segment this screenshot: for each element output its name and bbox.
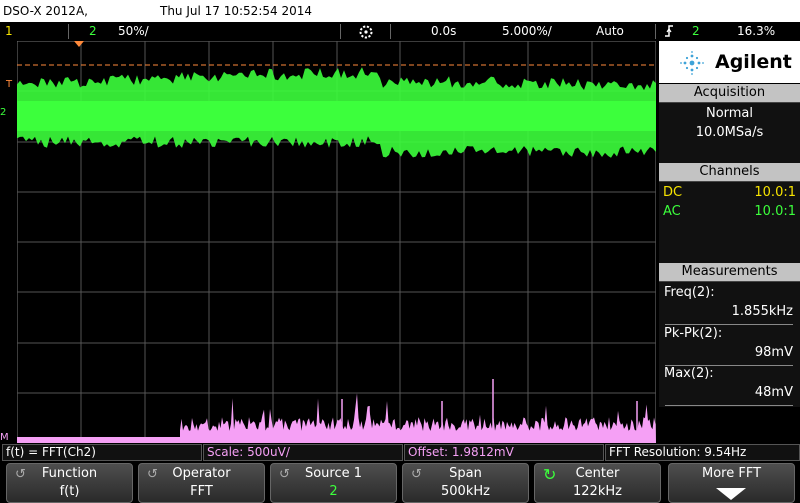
operator-softkey[interactable]: ↺ Operator FFT — [138, 463, 265, 503]
channels-header: Channels — [659, 163, 800, 181]
trigger-edge-icon — [664, 24, 674, 41]
waveform-display[interactable] — [17, 41, 656, 443]
title-bar: DSO-X 2012A, Thu Jul 17 10:52:54 2014 — [0, 0, 800, 22]
ch1-indicator[interactable]: 1 — [5, 24, 13, 38]
fft-resolution-readout: FFT Resolution: 9.54Hz — [605, 444, 800, 461]
ch2-scale: 50%/ — [118, 24, 149, 38]
marker-column: T 2 M — [0, 41, 17, 443]
trigger-source: 2 — [692, 24, 700, 38]
agilent-spark-icon — [679, 50, 705, 76]
max-label: Max(2): — [664, 366, 714, 381]
freq-value: 1.855kHz — [732, 304, 793, 319]
agilent-logo: Agilent — [659, 41, 800, 83]
acquisition-mode: Normal — [659, 106, 800, 121]
sample-rate: 10.0MSa/s — [659, 125, 800, 140]
graticule — [17, 41, 656, 443]
trigger-level-marker[interactable]: T — [6, 79, 12, 90]
measurements-section: Freq(2): 1.855kHz Pk-Pk(2): 98mV Max(2):… — [659, 281, 800, 407]
ch1-probe: 10.0:1 — [754, 185, 796, 200]
math-function-readout: f(t) = FFT(Ch2) — [2, 444, 202, 461]
ch2-indicator[interactable]: 2 — [89, 24, 97, 38]
softkey-bar: ↺ Function f(t) ↺ Operator FFT ↺ Source … — [0, 461, 800, 503]
brand-name: Agilent — [715, 51, 792, 73]
math-scale-readout: Scale: 500uV/ — [203, 444, 403, 461]
acquisition-header: Acquisition — [659, 84, 800, 102]
ch2-probe: 10.0:1 — [754, 204, 796, 219]
trigger-level: 16.3% — [737, 24, 775, 38]
pkpk-value: 98mV — [755, 345, 793, 360]
channels-section: DC 10.0:1 AC 10.0:1 — [659, 181, 800, 264]
freq-label: Freq(2): — [664, 285, 715, 300]
time-scale: 5.000%/ — [502, 24, 552, 38]
center-softkey[interactable]: ↻ Center 122kHz — [534, 463, 661, 503]
math-marker[interactable]: M — [0, 432, 9, 443]
status-bar: 1 2 50%/ 0.0s 5.000%/ Auto 2 16.3% — [0, 22, 800, 41]
pkpk-label: Pk-Pk(2): — [664, 326, 722, 341]
function-softkey[interactable]: ↺ Function f(t) — [6, 463, 133, 503]
source-softkey[interactable]: ↺ Source 1 2 — [270, 463, 397, 503]
down-arrow-icon — [716, 488, 746, 500]
more-fft-softkey[interactable]: More FFT — [668, 463, 795, 503]
ch2-coupling: AC — [663, 204, 681, 219]
max-value: 48mV — [755, 385, 793, 400]
side-panel: Agilent Acquisition Normal 10.0MSa/s Cha… — [659, 41, 800, 443]
acquisition-section: Normal 10.0MSa/s — [659, 102, 800, 163]
time-delay: 0.0s — [431, 24, 456, 38]
measurements-header: Measurements — [659, 263, 800, 281]
trigger-mode: Auto — [596, 24, 624, 38]
ch2-ground-marker[interactable]: 2 — [0, 107, 6, 118]
scope-model: DSO-X 2012A, — [3, 4, 88, 18]
date-time: Thu Jul 17 10:52:54 2014 — [160, 4, 312, 18]
ch1-coupling: DC — [663, 185, 682, 200]
math-info-bar: f(t) = FFT(Ch2) Scale: 500uV/ Offset: 1.… — [0, 443, 800, 461]
math-offset-readout: Offset: 1.9812mV — [404, 444, 604, 461]
span-softkey[interactable]: ↺ Span 500kHz — [402, 463, 529, 503]
